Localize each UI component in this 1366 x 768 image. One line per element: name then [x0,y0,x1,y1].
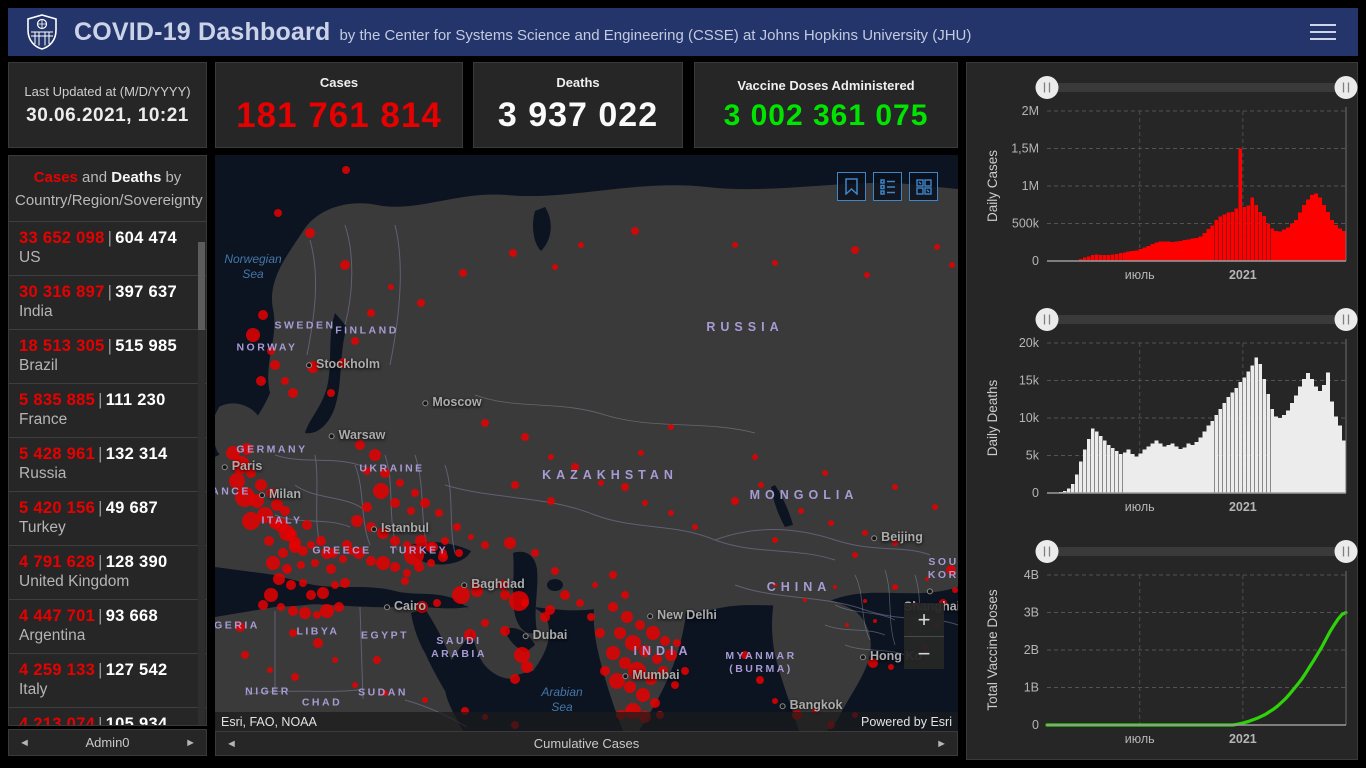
country-list-row[interactable]: 5 420 156 | 49 687 Turkey [9,490,206,545]
svg-text:0: 0 [1032,254,1039,268]
basemap-gallery-icon[interactable] [909,172,938,201]
country-list-row[interactable]: 4 447 701 | 93 668 Argentina [9,598,206,653]
range-slider-handle [1334,76,1358,99]
country-list-row[interactable]: 18 513 305 | 515 985 Brazil [9,328,206,383]
admin-level-label: Admin0 [85,735,130,750]
app-header: COVID-19 Dashboard by the Center for Sys… [8,8,1358,56]
svg-text:3B: 3B [1024,606,1039,620]
svg-text:4B: 4B [1024,568,1039,582]
svg-text:Daily Cases: Daily Cases [985,150,1000,222]
total-vaccine-doses-chart: 0 1B 2B 3B 4B июль 2021 Total Vaccine Doses [967,527,1359,759]
deaths-value: 3 937 022 [497,96,659,134]
svg-text:июль: июль [1125,268,1155,282]
country-list-row[interactable]: 33 652 098 | 604 474 US [9,220,206,275]
zoom-in-button[interactable]: + [904,603,944,636]
svg-text:20k: 20k [1019,336,1040,350]
svg-text:1B: 1B [1024,681,1039,695]
svg-text:2M: 2M [1022,104,1039,118]
map-layer-label: Cumulative Cases [533,736,640,751]
svg-text:2021: 2021 [1229,268,1257,282]
country-list-row[interactable]: 4 791 628 | 128 390 United Kingdom [9,544,206,599]
svg-text:июль: июль [1125,732,1155,746]
svg-text:1,5M: 1,5M [1011,142,1039,156]
pager-right-icon[interactable]: ► [185,737,196,749]
range-slider-handle [1334,540,1358,563]
last-updated-panel: Last Updated at (M/D/YYYY) 30.06.2021, 1… [8,62,207,148]
svg-text:2021: 2021 [1229,500,1257,514]
attribution-esri: Powered by Esri [860,714,952,729]
svg-text:1M: 1M [1022,179,1039,193]
svg-text:500k: 500k [1012,217,1040,231]
cases-label: Cases [319,74,359,90]
svg-text:июль: июль [1125,500,1155,514]
country-list-title: Cases and Deaths by Country/Region/Sover… [15,169,203,210]
layer-left-icon[interactable]: ◄ [226,738,237,750]
vaccines-counter-panel: Vaccine Doses Administered 3 002 361 075 [694,62,958,148]
svg-text:Daily Deaths: Daily Deaths [985,379,1000,456]
layer-right-icon[interactable]: ► [936,738,947,750]
svg-text:Total Vaccine Doses: Total Vaccine Doses [985,589,1000,711]
menu-hamburger-icon[interactable] [1306,20,1340,44]
svg-text:2B: 2B [1024,643,1039,657]
deaths-label: Deaths [556,75,600,90]
attribution-sources: Esri, FAO, NOAA [221,714,317,729]
zoom-out-button[interactable]: − [904,636,944,669]
admin-level-pager: ◄ Admin0 ► [8,729,207,756]
vaccines-value: 3 002 361 075 [723,98,929,132]
country-list-row[interactable]: 4 259 133 | 127 542 Italy [9,652,206,707]
deaths-counter-panel: Deaths 3 937 022 [473,62,683,148]
map-attribution: Esri, FAO, NOAA Powered by Esri [215,712,958,731]
map-layer-pager: ◄ Cumulative Cases ► [215,731,958,756]
range-slider-handle [1035,76,1059,99]
country-list-row[interactable]: 30 316 897 | 397 637 India [9,274,206,329]
page-title: COVID-19 Dashboard [74,17,331,46]
svg-text:5k: 5k [1026,449,1040,463]
country-list-panel: Cases and Deaths by Country/Region/Sover… [8,155,207,726]
vaccines-label: Vaccine Doses Administered [737,77,915,93]
svg-text:0: 0 [1032,718,1039,732]
country-list-row[interactable]: 5 428 961 | 132 314 Russia [9,436,206,491]
svg-text:10k: 10k [1019,411,1040,425]
country-list-row[interactable]: 5 835 885 | 111 230 France [9,382,206,437]
cases-value: 181 761 814 [236,95,442,135]
last-updated-label: Last Updated at (M/D/YYYY) [24,83,191,99]
last-updated-value: 30.06.2021, 10:21 [26,104,189,126]
page-subtitle: by the Center for Systems Science and En… [339,26,972,44]
country-list-scrollbar[interactable] [198,242,205,725]
legend-list-icon[interactable] [873,172,902,201]
svg-text:2021: 2021 [1229,732,1257,746]
range-slider-handle [1035,308,1059,331]
map-zoom-control: + − [904,603,944,669]
country-list-row[interactable]: 4 213 074|105 934Colombia [9,706,206,725]
cases-counter-panel: Cases 181 761 814 [215,62,463,148]
jhu-logo-icon [27,14,57,50]
svg-text:15k: 15k [1019,374,1040,388]
scrollbar-thumb[interactable] [198,242,205,330]
daily-deaths-chart: 0 5k 10k 15k 20k июль 2021 Daily Deaths [967,295,1359,527]
range-slider-handle [1035,540,1059,563]
range-slider-handle [1334,308,1358,331]
pager-left-icon[interactable]: ◄ [19,737,30,749]
charts-panel: 0 500k 1M 1,5M 2M июль 2021 Daily Cases 0 5k 10k 1… [966,62,1358,760]
daily-cases-chart: 0 500k 1M 1,5M 2M июль 2021 Daily Cases [967,63,1359,295]
world-map[interactable]: Norwegian Sea Arabian Sea SWEDEN FINLAND NOR… [215,155,958,731]
bookmarks-icon[interactable] [837,172,866,201]
map-toolbar [837,172,938,201]
map-basemap [215,155,958,731]
svg-text:0: 0 [1032,486,1039,500]
